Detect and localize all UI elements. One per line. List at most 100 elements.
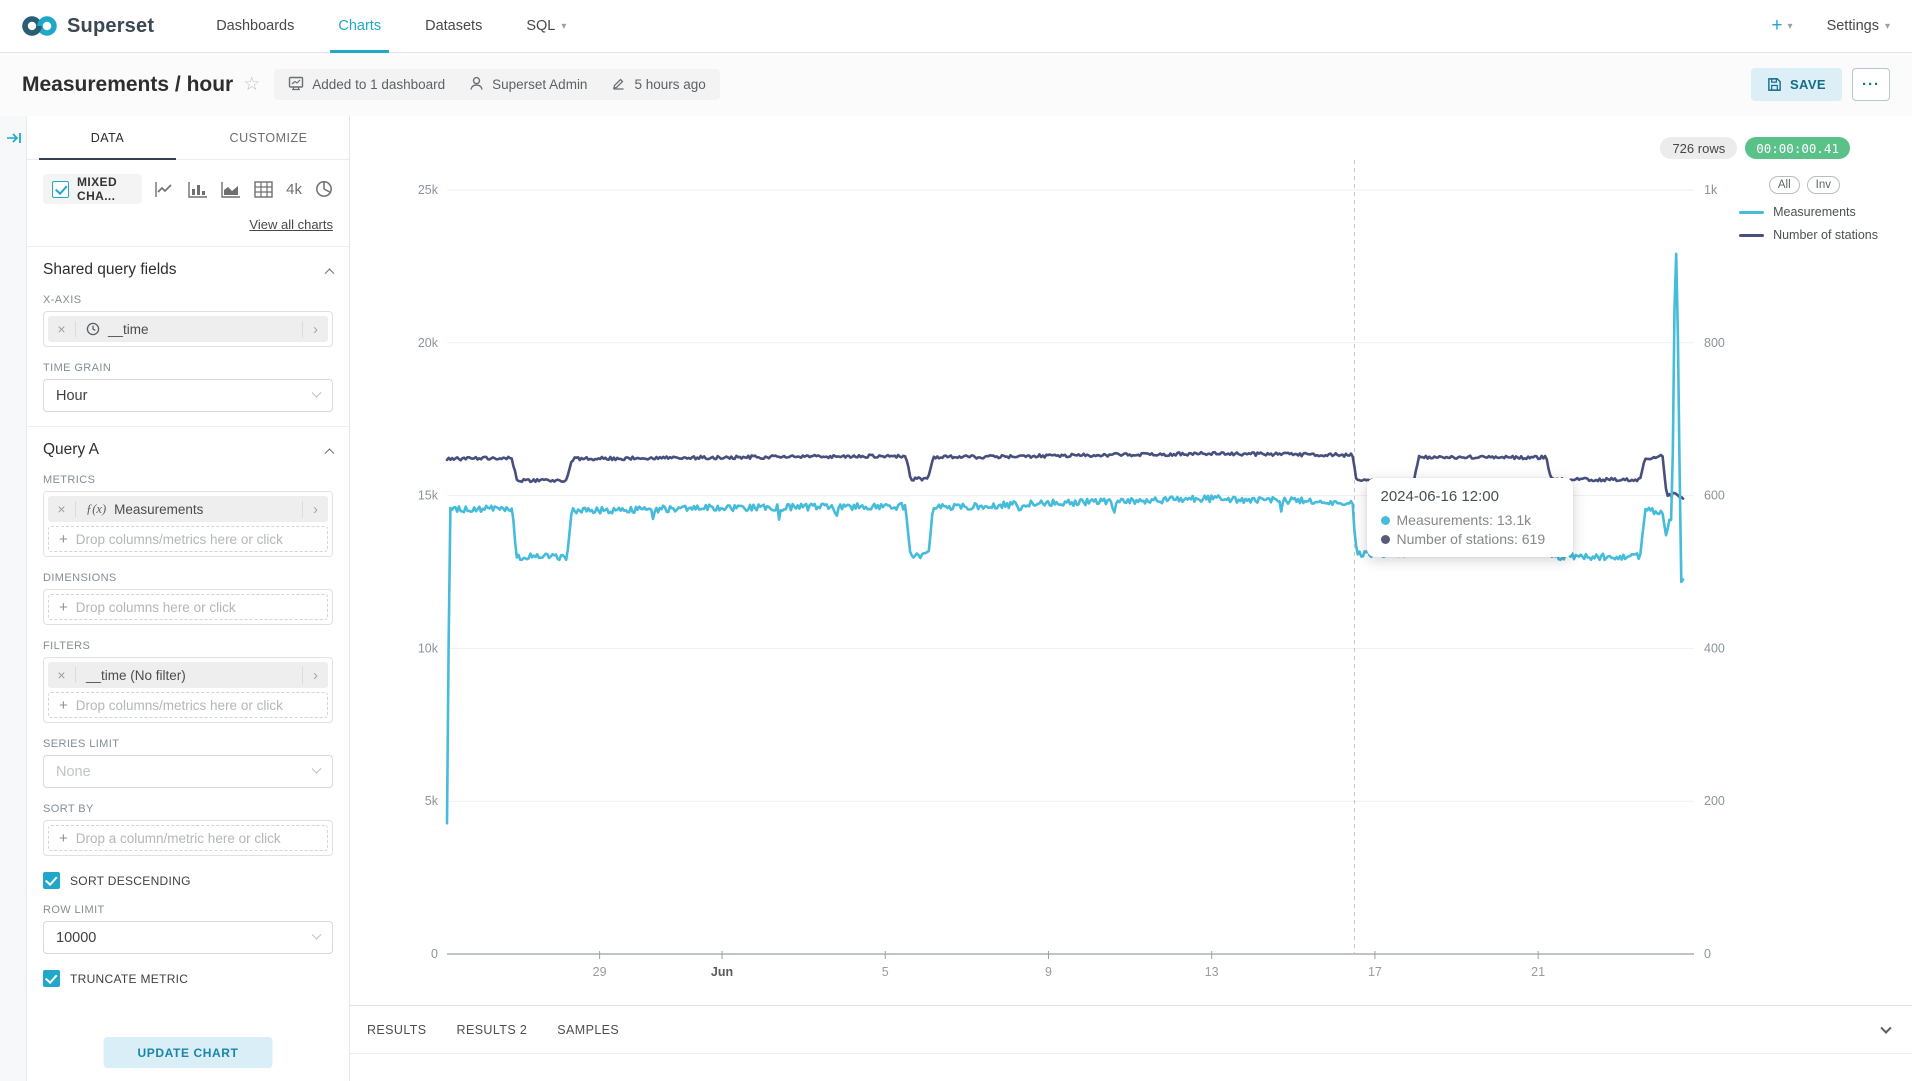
filter-value: __time (No filter) [86,668,186,683]
x-axis-label: X-AXIS [43,294,333,306]
remove-icon[interactable]: × [48,667,76,683]
legend-toggle-buttons: All Inv [1769,176,1840,194]
shared-query-fields-section[interactable]: Shared query fields [43,261,333,279]
plus-icon: + [59,531,68,548]
save-button[interactable]: SAVE [1751,68,1842,101]
legend-item-measurements[interactable]: Measurements [1739,205,1856,219]
sort-descending-checkbox-row[interactable]: SORT DESCENDING [43,872,333,889]
results-tab-results[interactable]: RESULTS [367,1023,427,1037]
nav-item-sql[interactable]: SQL▾ [504,0,588,53]
expand-panel-button[interactable] [6,130,22,151]
svg-text:13: 13 [1205,965,1219,979]
time-grain-select[interactable]: Hour [43,379,333,412]
panel-tab-data[interactable]: DATA [27,116,188,159]
truncate-metric-checkbox-row[interactable]: TRUNCATE METRIC [43,970,333,987]
row-limit-label: ROW LIMIT [43,904,333,916]
sort-descending-label: SORT DESCENDING [70,874,191,888]
line-chart-icon[interactable] [155,181,175,198]
caret-down-icon: ▾ [561,21,566,32]
metric-value: Measurements [114,502,203,517]
view-all-charts-link[interactable]: View all charts [43,217,333,232]
badge-added-to-1-dashboard[interactable]: Added to 1 dashboard [288,76,445,94]
filters-dropzone[interactable]: + Drop columns/metrics here or click [48,692,328,718]
caret-down-icon: ▾ [1885,21,1890,32]
nav-item-charts[interactable]: Charts [316,0,403,53]
filters-control: × __time (No filter) › + Drop columns/me… [43,657,333,723]
chart-tooltip: 2024-06-16 12:00 Measurements: 13.1kNumb… [1367,478,1573,557]
tooltip-timestamp: 2024-06-16 12:00 [1381,488,1559,505]
legend-all-button[interactable]: All [1769,176,1800,194]
chart-plot[interactable]: 29Jun5913172105k10k15k20k25k020040060080… [350,116,1912,1005]
remove-icon[interactable]: × [48,321,76,337]
legend-label: Measurements [1773,205,1856,219]
sort-descending-checkbox[interactable] [43,872,60,889]
plus-icon: + [59,830,68,847]
settings-menu[interactable]: Settings ▾ [1827,18,1890,34]
svg-text:17: 17 [1368,965,1382,979]
arrow-to-bar-icon [6,130,22,146]
badge-superset-admin[interactable]: Superset Admin [469,76,587,94]
row-count-badge: 726 rows [1660,137,1737,159]
row-limit-select[interactable]: 10000 [43,921,333,954]
svg-text:5k: 5k [425,794,439,808]
truncate-metric-checkbox[interactable] [43,970,60,987]
svg-text:20k: 20k [418,336,439,350]
dimensions-control: + Drop columns here or click [43,589,333,625]
query-timer-badge: 00:00:00.41 [1745,137,1850,159]
superset-logo[interactable]: Superset [22,14,154,38]
viz-selected-checkbox [52,181,69,198]
chevron-down-icon [312,388,322,398]
new-item-button[interactable]: + ▾ [1771,15,1792,37]
sort-by-label: SORT BY [43,803,333,815]
chevron-right-icon[interactable]: › [302,321,328,338]
viz-type-label: MIXED CHA... [77,175,133,203]
metrics-control: × ƒ(x) Measurements › + Drop columns/met… [43,491,333,557]
query-a-section[interactable]: Query A [43,441,333,459]
x-axis-value: __time [108,322,149,337]
series-limit-select[interactable]: None [43,755,333,788]
favorite-star-icon[interactable]: ☆ [243,73,260,96]
svg-text:5: 5 [882,965,889,979]
nav-item-datasets[interactable]: Datasets [403,0,504,53]
metrics-label: METRICS [43,474,333,486]
big-number-icon[interactable]: 4k [286,181,302,198]
more-options-button[interactable]: ··· [1852,68,1890,101]
table-icon[interactable] [254,181,273,198]
chevron-up-icon [325,448,335,458]
svg-text:800: 800 [1704,336,1725,350]
remove-icon[interactable]: × [48,501,76,517]
data-control-panel: DATACUSTOMIZE MIXED CHA... 4k V [27,116,350,1081]
results-tab-samples[interactable]: SAMPLES [557,1023,619,1037]
viz-type-pill[interactable]: MIXED CHA... [43,174,142,204]
filters-label: FILTERS [43,640,333,652]
chevron-right-icon[interactable]: › [302,501,328,518]
svg-text:0: 0 [1704,947,1711,961]
filter-field[interactable]: × __time (No filter) › [48,662,328,688]
svg-text:15k: 15k [418,489,439,503]
update-chart-button[interactable]: UPDATE CHART [104,1037,273,1068]
legend-item-number-of-stations[interactable]: Number of stations [1739,228,1878,242]
dimensions-dropzone[interactable]: + Drop columns here or click [48,594,328,620]
badge-5-hours-ago[interactable]: 5 hours ago [611,76,705,94]
chevron-right-icon[interactable]: › [302,667,328,684]
plus-icon: + [1771,15,1782,37]
collapse-results-button[interactable] [1882,1022,1890,1040]
legend-inv-button[interactable]: Inv [1807,176,1840,194]
dropzone-hint: Drop columns/metrics here or click [76,532,283,547]
metric-field[interactable]: × ƒ(x) Measurements › [48,496,328,522]
results-tab-results-2[interactable]: RESULTS 2 [457,1023,528,1037]
sort-by-dropzone[interactable]: + Drop a column/metric here or click [48,825,328,851]
bar-chart-icon[interactable] [188,181,208,198]
dropzone-hint: Drop columns/metrics here or click [76,698,283,713]
series-limit-label: SERIES LIMIT [43,738,333,750]
plus-icon: + [59,697,68,714]
nav-item-dashboards[interactable]: Dashboards [194,0,316,53]
pie-chart-icon[interactable] [315,180,333,198]
chart-header: Measurements / hour ☆ Added to 1 dashboa… [0,53,1912,116]
results-panel: RESULTS RESULTS 2 SAMPLES [350,1005,1912,1081]
metrics-dropzone[interactable]: + Drop columns/metrics here or click [48,526,328,552]
area-chart-icon[interactable] [221,181,241,198]
truncate-metric-label: TRUNCATE METRIC [70,972,188,986]
panel-tab-customize[interactable]: CUSTOMIZE [188,116,349,159]
x-axis-field[interactable]: × __time › [48,316,328,342]
